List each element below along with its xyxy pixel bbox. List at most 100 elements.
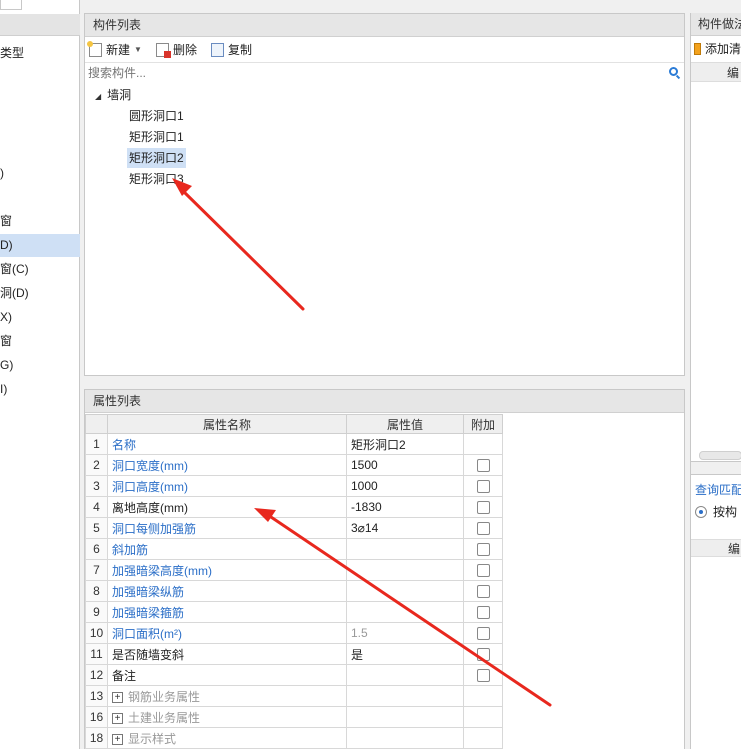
property-value[interactable]: 是: [346, 643, 464, 665]
expand-plus-icon[interactable]: +: [112, 712, 123, 724]
left-item[interactable]: 窗(C): [0, 258, 80, 281]
property-value[interactable]: [346, 559, 464, 581]
tree-item[interactable]: 圆形洞口1: [129, 106, 184, 126]
extra-checkbox[interactable]: [476, 459, 490, 473]
property-name[interactable]: 名称: [107, 433, 347, 455]
table-row[interactable]: 9 加强暗梁箍筋: [85, 601, 503, 623]
extra-checkbox[interactable]: [476, 606, 490, 620]
new-button[interactable]: 新建 ▼: [87, 40, 142, 58]
left-item[interactable]: 窗: [0, 330, 80, 353]
extra-checkbox[interactable]: [476, 522, 490, 536]
property-name[interactable]: 洞口面积(m²): [107, 622, 347, 644]
extra-cell: [463, 664, 503, 686]
add-list-label: 添加清: [704, 42, 741, 56]
table-row[interactable]: 12 备注: [85, 664, 503, 686]
extra-checkbox[interactable]: [476, 669, 490, 683]
left-item[interactable]: X): [0, 306, 80, 329]
property-name[interactable]: 洞口宽度(mm): [107, 454, 347, 476]
table-row[interactable]: 1 名称 矩形洞口2: [85, 433, 503, 455]
left-item[interactable]: 洞(D): [0, 282, 80, 305]
left-item-selected[interactable]: D): [0, 234, 80, 257]
column-header-extra: 附加: [463, 414, 503, 434]
expand-plus-icon[interactable]: +: [112, 691, 123, 703]
left-item[interactable]: 窗: [0, 210, 80, 233]
left-item[interactable]: I): [0, 378, 80, 401]
property-name[interactable]: 是否随墙变斜: [107, 643, 347, 665]
extra-checkbox[interactable]: [476, 627, 490, 641]
extra-checkbox[interactable]: [476, 543, 490, 557]
property-group[interactable]: + 土建业务属性: [107, 706, 347, 728]
property-name[interactable]: 洞口高度(mm): [107, 475, 347, 497]
copy-icon: [210, 42, 224, 57]
add-list-button[interactable]: 添加清: [691, 36, 741, 62]
by-component-radio[interactable]: 按构: [695, 503, 737, 520]
tree-item-selected[interactable]: 矩形洞口2: [127, 148, 186, 168]
horizontal-scrollbar[interactable]: [699, 451, 741, 460]
right-column-header-2: 编: [691, 539, 741, 557]
delete-button-label: 删除: [172, 43, 197, 57]
table-row[interactable]: 5 洞口每侧加强筋 3⌀14: [85, 517, 503, 539]
property-value: [346, 727, 464, 749]
left-item[interactable]: G): [0, 354, 80, 377]
tree-root[interactable]: ◢ 墙洞: [95, 85, 131, 105]
expand-plus-icon[interactable]: +: [112, 733, 123, 745]
table-row-group[interactable]: 13 + 钢筋业务属性: [85, 685, 503, 707]
copy-button[interactable]: 复制: [210, 41, 252, 58]
search-input[interactable]: [85, 63, 684, 83]
table-row[interactable]: 4 离地高度(mm) -1830: [85, 496, 503, 518]
property-value[interactable]: [346, 664, 464, 686]
search-icon[interactable]: [669, 67, 678, 76]
collapse-triangle-icon[interactable]: ◢: [95, 87, 101, 107]
chevron-down-icon[interactable]: ▼: [134, 45, 142, 54]
tree-item[interactable]: 矩形洞口1: [129, 127, 184, 147]
row-num: 9: [85, 601, 108, 623]
property-name[interactable]: 离地高度(mm): [107, 496, 347, 518]
property-value[interactable]: 矩形洞口2: [346, 433, 464, 455]
extra-checkbox[interactable]: [476, 480, 490, 494]
property-value[interactable]: [346, 538, 464, 560]
query-match-tab[interactable]: 查询匹配: [695, 481, 741, 498]
table-row[interactable]: 3 洞口高度(mm) 1000: [85, 475, 503, 497]
delete-icon: [155, 42, 171, 58]
extra-cell: [463, 559, 503, 581]
property-value[interactable]: -1830: [346, 496, 464, 518]
property-group[interactable]: + 显示样式: [107, 727, 347, 749]
table-row-group[interactable]: 16 + 土建业务属性: [85, 706, 503, 728]
property-value[interactable]: 1000: [346, 475, 464, 497]
left-item[interactable]: ): [0, 162, 80, 185]
property-name[interactable]: 加强暗梁高度(mm): [107, 559, 347, 581]
extra-checkbox[interactable]: [476, 585, 490, 599]
property-value[interactable]: 3⌀14: [346, 517, 464, 539]
property-name[interactable]: 加强暗梁箍筋: [107, 601, 347, 623]
property-name[interactable]: 斜加筋: [107, 538, 347, 560]
table-row[interactable]: 7 加强暗梁高度(mm): [85, 559, 503, 581]
extra-checkbox[interactable]: [476, 564, 490, 578]
property-group-label: 钢筋业务属性: [128, 689, 201, 704]
property-value: [346, 685, 464, 707]
table-row[interactable]: 11 是否随墙变斜 是: [85, 643, 503, 665]
row-num: 7: [85, 559, 108, 581]
table-row[interactable]: 2 洞口宽度(mm) 1500: [85, 454, 503, 476]
table-row[interactable]: 6 斜加筋: [85, 538, 503, 560]
tree-item[interactable]: 矩形洞口3: [129, 169, 184, 189]
property-name[interactable]: 洞口每侧加强筋: [107, 517, 347, 539]
table-row[interactable]: 10 洞口面积(m²) 1.5: [85, 622, 503, 644]
left-panel-header: [0, 14, 80, 36]
component-search: [85, 63, 684, 83]
property-list-title: 属性列表: [85, 390, 684, 413]
right-panel: 构件做法 添加清 编 查询匹配 按构 编: [690, 13, 741, 749]
property-value[interactable]: [346, 601, 464, 623]
delete-button[interactable]: 删除: [155, 41, 197, 58]
property-value[interactable]: 1500: [346, 454, 464, 476]
table-row-group[interactable]: 18 + 显示样式: [85, 727, 503, 749]
property-name[interactable]: 备注: [107, 664, 347, 686]
extra-checkbox[interactable]: [476, 648, 490, 662]
extra-checkbox[interactable]: [476, 501, 490, 515]
property-name[interactable]: 加强暗梁纵筋: [107, 580, 347, 602]
table-row[interactable]: 8 加强暗梁纵筋: [85, 580, 503, 602]
radio-icon[interactable]: [695, 505, 707, 518]
property-value[interactable]: [346, 580, 464, 602]
left-item-type[interactable]: 类型: [0, 42, 80, 65]
panel-separator: [691, 461, 741, 475]
property-group[interactable]: + 钢筋业务属性: [107, 685, 347, 707]
